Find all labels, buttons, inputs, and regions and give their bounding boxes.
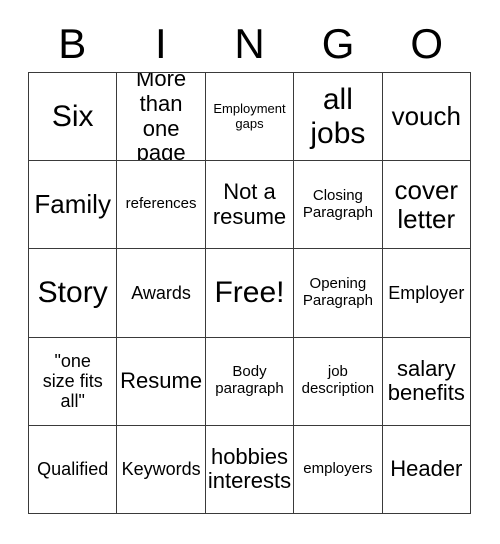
- bingo-cell-label: hobbies interests: [207, 443, 292, 494]
- header-letter-i: I: [155, 20, 167, 67]
- bingo-cell-label: More than one page: [136, 73, 187, 162]
- bingo-cell[interactable]: all jobs: [294, 73, 383, 162]
- bingo-cell-label: Employer: [388, 282, 465, 303]
- header-letter-g: G: [321, 20, 355, 67]
- bingo-cell[interactable]: salary benefits: [382, 337, 471, 426]
- bingo-cell-label: Keywords: [121, 459, 201, 480]
- bingo-cell[interactable]: Keywords: [117, 425, 206, 514]
- bingo-cell-label: Closing Paragraph: [302, 186, 373, 221]
- bingo-cell[interactable]: Awards: [117, 249, 206, 338]
- bingo-cell[interactable]: Family: [29, 161, 118, 250]
- bingo-cell[interactable]: Resume: [117, 337, 206, 426]
- bingo-cell[interactable]: Closing Paragraph: [294, 161, 383, 250]
- bingo-cell-label: Employment gaps: [213, 101, 286, 131]
- bingo-cell-label: Qualified: [37, 459, 109, 480]
- bingo-cell[interactable]: Opening Paragraph: [294, 249, 383, 338]
- bingo-header-row: B I N G O: [28, 16, 471, 72]
- bingo-cell-label: vouch: [391, 101, 461, 132]
- bingo-cell-label: Not a resume: [212, 179, 287, 229]
- bingo-cell[interactable]: references: [117, 161, 206, 250]
- bingo-cell[interactable]: Header: [382, 425, 471, 514]
- bingo-grid: Six More than one page Employment gaps all …: [28, 72, 471, 514]
- bingo-cell[interactable]: Free!: [205, 249, 295, 338]
- bingo-cell[interactable]: "one size fits all": [29, 337, 118, 426]
- bingo-cell-label: employers: [303, 459, 373, 477]
- bingo-cell[interactable]: Story: [29, 249, 118, 338]
- bingo-cell[interactable]: Six: [29, 73, 118, 162]
- bingo-cell[interactable]: vouch: [382, 73, 471, 162]
- header-letter-b: B: [58, 20, 87, 67]
- bingo-cell[interactable]: job description: [294, 337, 383, 426]
- bingo-card: B I N G O Six More than one page Employmen…: [0, 0, 500, 544]
- bingo-cell-label: Six: [51, 99, 94, 133]
- bingo-cell[interactable]: Not a resume: [205, 161, 295, 250]
- bingo-cell-label: Free!: [214, 276, 285, 310]
- bingo-cell-label: Body paragraph: [215, 363, 284, 398]
- header-letter-n: N: [234, 20, 265, 67]
- bingo-cell[interactable]: hobbies interests: [205, 425, 295, 514]
- bingo-cell-label: Family: [34, 189, 111, 220]
- bingo-cell[interactable]: Qualified: [29, 425, 118, 514]
- bingo-cell-label: Awards: [131, 282, 191, 303]
- bingo-cell[interactable]: Employment gaps: [205, 73, 295, 162]
- bingo-cell[interactable]: employers: [294, 425, 383, 514]
- bingo-cell-label: cover letter: [394, 174, 459, 234]
- bingo-cell-label: salary benefits: [387, 355, 465, 406]
- bingo-cell[interactable]: Body paragraph: [205, 337, 295, 426]
- bingo-cell[interactable]: cover letter: [382, 161, 471, 250]
- bingo-cell[interactable]: More than one page: [117, 73, 206, 162]
- bingo-cell-label: all jobs: [310, 83, 366, 150]
- bingo-cell-label: Story: [37, 276, 108, 310]
- bingo-cell-label: Header: [390, 456, 463, 482]
- bingo-cell[interactable]: Employer: [382, 249, 471, 338]
- bingo-cell-label: references: [125, 195, 197, 213]
- header-letter-o: O: [410, 20, 443, 67]
- bingo-cell-label: "one size fits all": [42, 350, 103, 412]
- bingo-cell-label: Resume: [120, 367, 203, 393]
- bingo-cell-label: Opening Paragraph: [302, 275, 373, 309]
- bingo-cell-label: job description: [301, 363, 375, 398]
